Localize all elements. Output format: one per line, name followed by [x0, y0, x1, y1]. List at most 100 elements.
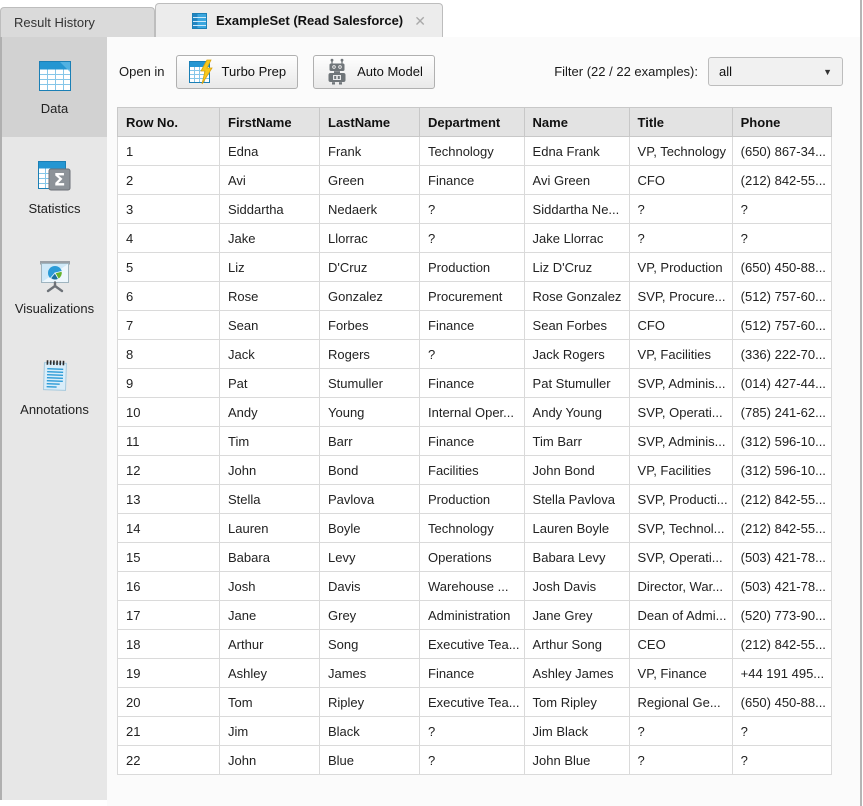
- table-cell[interactable]: Grey: [320, 601, 420, 630]
- table-cell[interactable]: Song: [320, 630, 420, 659]
- table-cell[interactable]: Green: [320, 166, 420, 195]
- table-cell[interactable]: ?: [732, 195, 831, 224]
- tab-result-history[interactable]: Result History: [0, 7, 155, 37]
- table-cell[interactable]: Tim: [220, 427, 320, 456]
- table-cell[interactable]: Executive Tea...: [420, 688, 525, 717]
- table-cell[interactable]: Edna: [220, 137, 320, 166]
- table-cell[interactable]: Andy Young: [524, 398, 629, 427]
- table-cell[interactable]: (212) 842-55...: [732, 485, 831, 514]
- table-cell[interactable]: Jake Llorrac: [524, 224, 629, 253]
- table-cell[interactable]: Tom: [220, 688, 320, 717]
- table-cell[interactable]: 2: [118, 166, 220, 195]
- table-cell[interactable]: Dean of Admi...: [629, 601, 732, 630]
- table-cell[interactable]: (014) 427-44...: [732, 369, 831, 398]
- table-row[interactable]: 9PatStumullerFinancePat StumullerSVP, Ad…: [118, 369, 832, 398]
- table-cell[interactable]: Finance: [420, 369, 525, 398]
- table-cell[interactable]: Tim Barr: [524, 427, 629, 456]
- table-cell[interactable]: 13: [118, 485, 220, 514]
- table-cell[interactable]: Sean: [220, 311, 320, 340]
- table-cell[interactable]: (503) 421-78...: [732, 572, 831, 601]
- table-cell[interactable]: Finance: [420, 659, 525, 688]
- sidebar-item-statistics[interactable]: Σ Statistics: [2, 137, 107, 237]
- table-cell[interactable]: 6: [118, 282, 220, 311]
- table-cell[interactable]: ?: [420, 717, 525, 746]
- table-cell[interactable]: 12: [118, 456, 220, 485]
- table-cell[interactable]: SVP, Operati...: [629, 543, 732, 572]
- table-cell[interactable]: John Bond: [524, 456, 629, 485]
- table-cell[interactable]: Babara: [220, 543, 320, 572]
- table-cell[interactable]: (650) 450-88...: [732, 688, 831, 717]
- table-cell[interactable]: 5: [118, 253, 220, 282]
- table-cell[interactable]: Technology: [420, 137, 525, 166]
- table-cell[interactable]: Sean Forbes: [524, 311, 629, 340]
- sidebar-item-visualizations[interactable]: Visualizations: [2, 237, 107, 337]
- table-cell[interactable]: James: [320, 659, 420, 688]
- column-header-title[interactable]: Title: [629, 108, 732, 137]
- table-cell[interactable]: Liz: [220, 253, 320, 282]
- sidebar-item-data[interactable]: Data: [2, 37, 107, 137]
- table-cell[interactable]: 10: [118, 398, 220, 427]
- table-cell[interactable]: Warehouse ...: [420, 572, 525, 601]
- table-cell[interactable]: Executive Tea...: [420, 630, 525, 659]
- table-cell[interactable]: 4: [118, 224, 220, 253]
- table-cell[interactable]: Rose Gonzalez: [524, 282, 629, 311]
- table-cell[interactable]: Jane Grey: [524, 601, 629, 630]
- table-row[interactable]: 5LizD'CruzProductionLiz D'CruzVP, Produc…: [118, 253, 832, 282]
- table-cell[interactable]: Finance: [420, 311, 525, 340]
- table-cell[interactable]: VP, Facilities: [629, 456, 732, 485]
- table-cell[interactable]: ?: [732, 746, 831, 775]
- table-cell[interactable]: ?: [629, 717, 732, 746]
- table-row[interactable]: 4JakeLlorrac?Jake Llorrac??: [118, 224, 832, 253]
- table-cell[interactable]: Josh: [220, 572, 320, 601]
- table-cell[interactable]: Frank: [320, 137, 420, 166]
- table-cell[interactable]: Ashley: [220, 659, 320, 688]
- table-cell[interactable]: SVP, Technol...: [629, 514, 732, 543]
- table-cell[interactable]: SVP, Adminis...: [629, 427, 732, 456]
- table-cell[interactable]: 14: [118, 514, 220, 543]
- table-cell[interactable]: 22: [118, 746, 220, 775]
- table-cell[interactable]: 3: [118, 195, 220, 224]
- table-cell[interactable]: Siddartha: [220, 195, 320, 224]
- table-cell[interactable]: (312) 596-10...: [732, 456, 831, 485]
- table-row[interactable]: 8JackRogers?Jack RogersVP, Facilities(33…: [118, 340, 832, 369]
- table-cell[interactable]: SVP, Operati...: [629, 398, 732, 427]
- table-cell[interactable]: Andy: [220, 398, 320, 427]
- table-cell[interactable]: Jack: [220, 340, 320, 369]
- table-row[interactable]: 21JimBlack?Jim Black??: [118, 717, 832, 746]
- table-cell[interactable]: Stella Pavlova: [524, 485, 629, 514]
- table-cell[interactable]: SVP, Procure...: [629, 282, 732, 311]
- table-cell[interactable]: Pavlova: [320, 485, 420, 514]
- table-cell[interactable]: Liz D'Cruz: [524, 253, 629, 282]
- table-cell[interactable]: 7: [118, 311, 220, 340]
- table-cell[interactable]: Jack Rogers: [524, 340, 629, 369]
- table-cell[interactable]: Young: [320, 398, 420, 427]
- table-cell[interactable]: Blue: [320, 746, 420, 775]
- table-cell[interactable]: Arthur Song: [524, 630, 629, 659]
- table-cell[interactable]: Forbes: [320, 311, 420, 340]
- tab-exampleset[interactable]: ExampleSet (Read Salesforce) ✕: [155, 3, 443, 37]
- table-cell[interactable]: Arthur: [220, 630, 320, 659]
- table-cell[interactable]: Stumuller: [320, 369, 420, 398]
- table-cell[interactable]: CEO: [629, 630, 732, 659]
- table-cell[interactable]: Regional Ge...: [629, 688, 732, 717]
- table-cell[interactable]: Procurement: [420, 282, 525, 311]
- table-cell[interactable]: Black: [320, 717, 420, 746]
- table-cell[interactable]: 21: [118, 717, 220, 746]
- table-cell[interactable]: Pat: [220, 369, 320, 398]
- close-icon[interactable]: ✕: [414, 14, 426, 28]
- table-row[interactable]: 14LaurenBoyleTechnologyLauren BoyleSVP, …: [118, 514, 832, 543]
- auto-model-button[interactable]: Auto Model: [313, 55, 435, 89]
- table-cell[interactable]: Production: [420, 253, 525, 282]
- table-row[interactable]: 2AviGreenFinanceAvi GreenCFO(212) 842-55…: [118, 166, 832, 195]
- filter-dropdown[interactable]: all ▼: [708, 57, 843, 86]
- table-cell[interactable]: (212) 842-55...: [732, 514, 831, 543]
- table-cell[interactable]: Operations: [420, 543, 525, 572]
- table-row[interactable]: 7SeanForbesFinanceSean ForbesCFO(512) 75…: [118, 311, 832, 340]
- table-cell[interactable]: ?: [629, 746, 732, 775]
- table-cell[interactable]: Davis: [320, 572, 420, 601]
- table-cell[interactable]: Administration: [420, 601, 525, 630]
- table-cell[interactable]: VP, Finance: [629, 659, 732, 688]
- table-cell[interactable]: John Blue: [524, 746, 629, 775]
- table-row[interactable]: 12JohnBondFacilitiesJohn BondVP, Facilit…: [118, 456, 832, 485]
- table-row[interactable]: 18ArthurSongExecutive Tea...Arthur SongC…: [118, 630, 832, 659]
